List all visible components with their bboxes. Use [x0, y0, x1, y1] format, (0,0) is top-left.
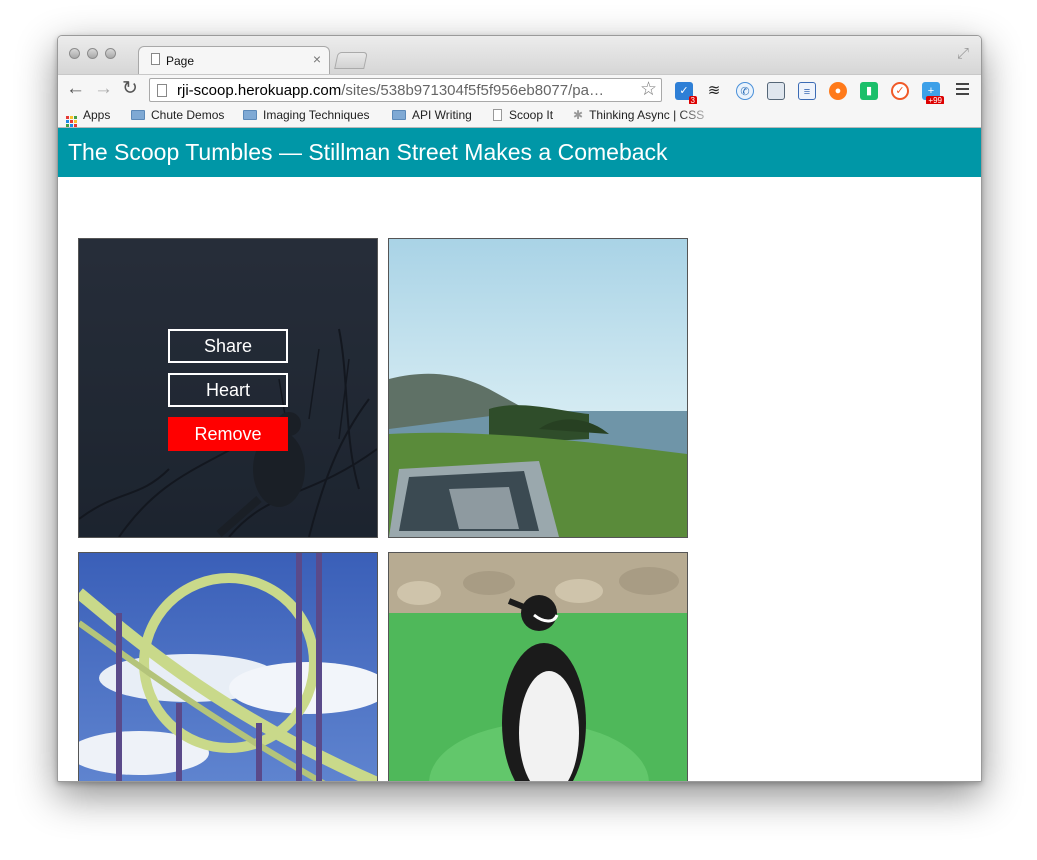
- coast-photo: [389, 239, 687, 537]
- bookmark-label: Apps: [83, 108, 111, 122]
- page-header: The Scoop Tumbles — Stillman Street Make…: [58, 128, 981, 177]
- photo-tile-coast[interactable]: [388, 238, 688, 538]
- folder-icon: [243, 110, 257, 120]
- bookmark-label: API Writing: [412, 108, 472, 122]
- plus-extension-icon[interactable]: + +99: [922, 82, 944, 105]
- apps-grid-icon: [66, 116, 77, 127]
- folder-icon: [392, 110, 406, 120]
- timer-extension-icon[interactable]: ✓: [891, 82, 909, 100]
- bookmark-chute-demos[interactable]: Chute Demos: [131, 108, 224, 122]
- url-host: rji-scoop.herokuapp.com: [177, 82, 342, 99]
- bookmark-fade: [678, 104, 718, 127]
- share-button[interactable]: Share: [168, 329, 288, 363]
- page-content: Share Heart Remove: [58, 177, 981, 781]
- bookmark-scoop-it[interactable]: Scoop It: [493, 108, 553, 122]
- browser-toolbar: ← → ↻ rji-scoop.herokuapp.com/sites/538b…: [58, 74, 981, 105]
- page-icon: [157, 84, 167, 97]
- remove-button[interactable]: Remove: [168, 417, 288, 451]
- tab-close-icon[interactable]: ×: [313, 51, 321, 67]
- tile-actions-overlay: Share Heart Remove: [79, 239, 377, 537]
- bookmark-label: Chute Demos: [151, 108, 225, 122]
- bookmark-apps[interactable]: Apps: [66, 108, 110, 127]
- pushbullet-extension-icon[interactable]: ▮: [860, 82, 878, 100]
- photo-tile-penguin[interactable]: [388, 552, 688, 781]
- browser-window: Page × ⤢ ← → ↻ rji-scoop.herokuapp.com/s…: [57, 35, 982, 782]
- page-icon: [493, 109, 502, 121]
- bookmark-label: Imaging Techniques: [263, 108, 370, 122]
- bookmark-star-icon[interactable]: ☆: [640, 78, 657, 101]
- zoom-window-button[interactable]: [105, 48, 116, 59]
- title-bar: Page × ⤢: [58, 36, 981, 74]
- rollercoaster-photo: [79, 553, 377, 781]
- minimize-window-button[interactable]: [87, 48, 98, 59]
- close-window-button[interactable]: [69, 48, 80, 59]
- bookmarks-bar: Apps Chute Demos Imaging Techniques API …: [58, 104, 981, 128]
- tasks-extension-icon[interactable]: ✓ 3: [675, 82, 697, 105]
- reload-icon[interactable]: ↻: [122, 78, 138, 100]
- bookmark-label: Scoop It: [509, 108, 554, 122]
- back-icon[interactable]: ←: [66, 78, 85, 100]
- folder-icon: [131, 110, 145, 120]
- url-path: /sites/538b971304f5f5f956eb8077/pa…: [341, 82, 604, 99]
- chrome-menu-icon[interactable]: [956, 81, 969, 98]
- penguin-photo: [389, 553, 687, 781]
- bookmark-imaging-techniques[interactable]: Imaging Techniques: [243, 108, 370, 122]
- tab-title: Page: [166, 54, 195, 68]
- photo-tile-bird[interactable]: Share Heart Remove: [78, 238, 378, 538]
- browser-tab[interactable]: Page ×: [138, 46, 330, 74]
- bookmark-api-writing[interactable]: API Writing: [392, 108, 472, 122]
- page-icon: [151, 53, 160, 65]
- url-text: rji-scoop.herokuapp.com/sites/538b971304…: [177, 82, 604, 99]
- phone-extension-icon[interactable]: ✆: [736, 82, 754, 100]
- fullscreen-icon[interactable]: ⤢: [957, 45, 969, 62]
- fire-extension-icon[interactable]: ●: [829, 82, 847, 100]
- address-bar[interactable]: rji-scoop.herokuapp.com/sites/538b971304…: [149, 78, 662, 102]
- window-controls: [69, 48, 116, 59]
- layers-extension-icon[interactable]: ≋: [705, 82, 723, 100]
- page-title: The Scoop Tumbles — Stillman Street Make…: [68, 139, 668, 165]
- window-extension-icon[interactable]: [767, 82, 785, 100]
- heart-button[interactable]: Heart: [168, 373, 288, 407]
- asterisk-icon: ✱: [573, 108, 584, 122]
- document-extension-icon[interactable]: ≡: [798, 82, 816, 100]
- photo-tile-rollercoaster[interactable]: [78, 552, 378, 781]
- forward-icon[interactable]: →: [94, 78, 113, 100]
- new-tab-button[interactable]: [334, 52, 368, 69]
